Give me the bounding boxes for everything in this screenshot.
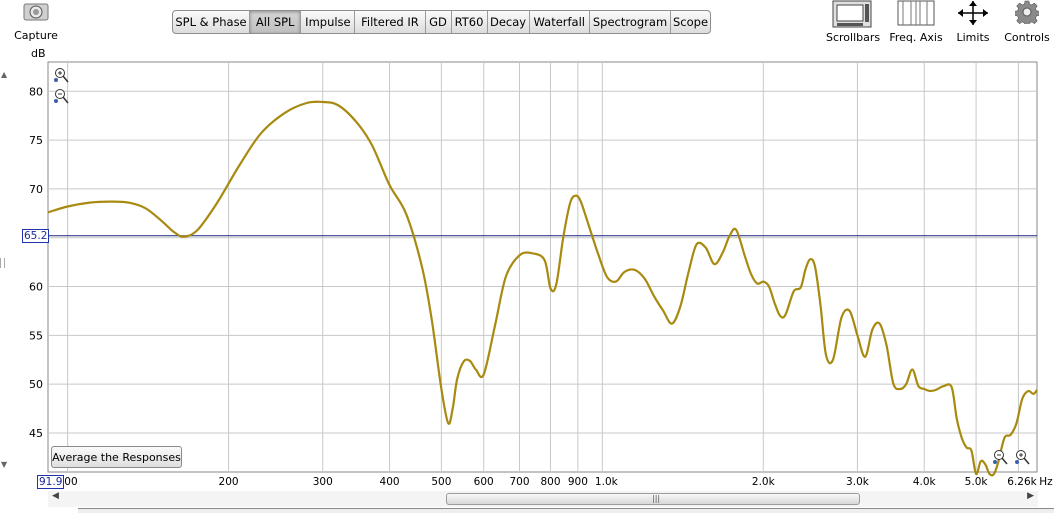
y-tick-labels: 4550556065707580: [29, 85, 43, 440]
horizontal-scrollbar[interactable]: ◀ ||| ▶: [48, 491, 1038, 507]
x-tick-label: 5.0k: [965, 476, 989, 488]
plot-frame: [47, 61, 1038, 473]
scroll-left-arrow-icon[interactable]: ◀: [52, 491, 59, 501]
zoom-out-y-icon[interactable]: [53, 88, 69, 104]
grip-icon: |||: [652, 494, 661, 503]
x-tick-label: 6.26k: [1007, 476, 1037, 488]
y-tick-label: 75: [29, 134, 43, 147]
spl-chart[interactable]: dB 4550556065707580 10020030040050060070…: [0, 0, 1054, 490]
cursor-x-readout: 91.9: [37, 475, 65, 489]
x-tick-label: 4.0k: [913, 476, 937, 488]
cursor-y-readout: 65.2: [22, 228, 50, 243]
x-tick-label: 1.0k: [595, 476, 619, 488]
x-tick-label: 900: [568, 476, 588, 488]
zoom-in-x-icon[interactable]: [1014, 449, 1030, 465]
x-tick-label: 700: [509, 476, 529, 488]
x-tick-label: Hz: [1039, 476, 1053, 488]
y-tick-label: 70: [29, 183, 43, 196]
y-tick-label: 80: [29, 85, 43, 98]
zoom-out-x-icon[interactable]: [992, 449, 1008, 465]
y-unit-label: dB: [31, 47, 46, 60]
scrollbar-thumb[interactable]: |||: [446, 493, 860, 505]
x-tick-label: 800: [540, 476, 560, 488]
x-tick-label: 200: [219, 476, 239, 488]
x-tick-label: 3.0k: [846, 476, 870, 488]
average-responses-button[interactable]: Average the Responses: [51, 446, 182, 468]
y-tick-label: 50: [29, 378, 43, 391]
y-tick-label: 60: [29, 281, 43, 294]
x-tick-labels: 100 200 300 400 500 600 700 800 900 1.0k 2.0k 3.0k 4…: [58, 476, 1054, 488]
scroll-right-arrow-icon[interactable]: ▶: [1027, 491, 1034, 501]
average-responses-label: Average the Responses: [52, 450, 181, 464]
zoom-in-y-icon[interactable]: [53, 67, 69, 83]
x-tick-label: 400: [380, 476, 400, 488]
x-tick-label: 2.0k: [752, 476, 776, 488]
x-tick-label: 300: [313, 476, 333, 488]
bottom-panel-edge: [78, 508, 1054, 513]
y-tick-label: 55: [29, 329, 43, 342]
y-tick-label: 45: [29, 427, 43, 440]
x-tick-label: 500: [431, 476, 451, 488]
x-tick-label: 600: [474, 476, 494, 488]
